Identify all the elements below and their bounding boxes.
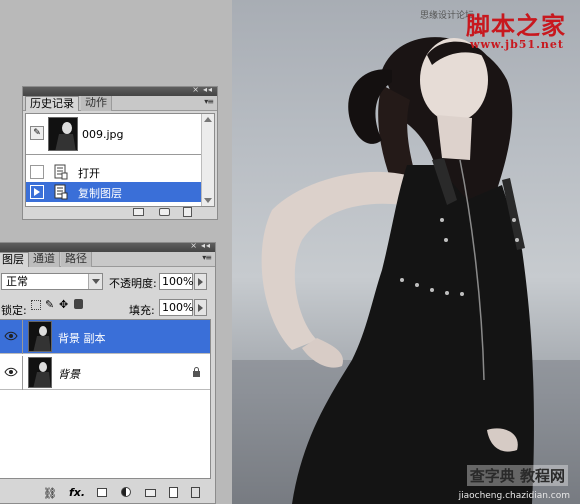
opacity-label: 不透明度: [109, 277, 157, 290]
layer-divider [22, 320, 23, 354]
layers-panel: ◂◂ × 图层 通道 路径 ▾≡ 正常 不透明度: 100% 锁定: ✎ ✥ 填… [0, 241, 216, 504]
history-state-label: 复制图层 [78, 187, 122, 200]
trash-icon[interactable] [183, 207, 192, 217]
lock-transparent-pixels-icon[interactable] [31, 300, 41, 310]
layers-tabs: 图层 通道 路径 ▾≡ [0, 252, 215, 267]
watermark-bottom-name: 查字典 教程网 [466, 465, 568, 486]
lock-position-icon[interactable]: ✥ [59, 298, 68, 311]
history-state-open[interactable]: 打开 [26, 162, 202, 182]
history-brush-source-icon[interactable]: ✎ [30, 126, 44, 140]
panel-menu-icon[interactable]: ▾≡ [202, 253, 212, 262]
fill-slider-button[interactable] [194, 299, 207, 316]
layer-divider [22, 356, 23, 390]
lock-icon [193, 367, 200, 377]
adjustment-icon[interactable] [121, 487, 131, 497]
close-icon[interactable]: × [192, 85, 199, 94]
watermark-bottom-url: jiaocheng.chazidian.com [458, 491, 570, 501]
tab-layers[interactable]: 图层 [0, 252, 29, 267]
tab-actions[interactable]: 动作 [81, 96, 112, 111]
blend-mode-select[interactable]: 正常 [1, 273, 103, 290]
collapse-icon[interactable]: ◂◂ [201, 241, 211, 250]
watermark-site-name: 脚本之家 [466, 11, 566, 40]
layer-row-background[interactable]: 背景 [0, 356, 210, 390]
lock-all-icon[interactable] [74, 299, 83, 309]
mask-icon[interactable] [97, 488, 107, 497]
new-document-from-state-icon[interactable] [133, 208, 144, 216]
history-state-duplicate-layer[interactable]: 复制图层 [26, 182, 202, 202]
trash-icon[interactable] [191, 487, 200, 498]
collapse-icon[interactable]: ◂◂ [203, 85, 213, 94]
history-scrollbar[interactable] [201, 114, 214, 206]
history-panel: ◂◂ × 历史记录 动作 ▾≡ ✎ 009.jpg 打开 复制图层 [22, 85, 218, 220]
history-state-label: 打开 [78, 167, 100, 180]
layer-thumbnail [28, 357, 52, 388]
blend-mode-value: 正常 [6, 275, 28, 288]
opacity-field[interactable]: 100% [159, 273, 193, 290]
canvas-photo: 思缘设计论坛 脚本之家 www.jb51.net 查字典 教程网 jiaoche… [232, 0, 580, 504]
layers-bottom-bar: ⛓ fx. [0, 483, 215, 503]
scroll-up-icon[interactable] [204, 117, 212, 122]
layers-panel-titlebar[interactable]: ◂◂ × [0, 241, 215, 252]
tab-paths[interactable]: 路径 [61, 252, 92, 267]
snapshot-thumbnail [48, 117, 78, 151]
layer-options: 正常 不透明度: 100% 锁定: ✎ ✥ 填充: 100% [0, 269, 215, 325]
fx-icon[interactable]: fx. [69, 486, 85, 499]
history-snapshot[interactable]: ✎ 009.jpg [26, 114, 202, 154]
snapshot-name: 009.jpg [82, 128, 124, 141]
camera-snapshot-icon[interactable] [159, 208, 170, 216]
lock-image-pixels-icon[interactable]: ✎ [45, 298, 54, 311]
tab-history[interactable]: 历史记录 [25, 96, 79, 111]
history-source-checkbox[interactable] [30, 185, 44, 199]
history-divider [26, 154, 202, 155]
panel-menu-icon[interactable]: ▾≡ [204, 97, 214, 106]
history-state-icon [54, 184, 68, 200]
scroll-down-icon[interactable] [204, 198, 212, 203]
eye-icon[interactable] [4, 365, 18, 379]
photo-illustration [232, 37, 580, 504]
fill-label: 填充: [129, 304, 155, 317]
history-bottom-bar [23, 205, 217, 219]
new-layer-icon[interactable] [169, 487, 178, 498]
fill-field[interactable]: 100% [159, 299, 193, 316]
layers-list: 背景 副本 背景 [0, 319, 211, 479]
eye-icon[interactable] [4, 329, 18, 343]
folder-icon[interactable] [145, 489, 156, 497]
history-panel-titlebar[interactable]: ◂◂ × [23, 85, 217, 96]
layer-thumbnail [28, 321, 52, 352]
history-source-checkbox[interactable] [30, 165, 44, 179]
layer-name[interactable]: 背景 [58, 366, 80, 382]
history-list: ✎ 009.jpg 打开 复制图层 [25, 113, 215, 207]
tab-channels[interactable]: 通道 [29, 252, 60, 267]
history-state-icon [54, 164, 68, 180]
chevron-down-icon[interactable] [88, 274, 102, 289]
opacity-slider-button[interactable] [194, 273, 207, 290]
lock-label: 锁定: [1, 304, 27, 317]
history-tabs: 历史记录 动作 ▾≡ [23, 96, 217, 111]
layer-row-background-copy[interactable]: 背景 副本 [0, 320, 210, 354]
watermark-site-url: www.jb51.net [469, 38, 564, 51]
link-icon[interactable]: ⛓ [43, 487, 57, 500]
layer-name[interactable]: 背景 副本 [58, 330, 106, 346]
close-icon[interactable]: × [190, 241, 197, 250]
